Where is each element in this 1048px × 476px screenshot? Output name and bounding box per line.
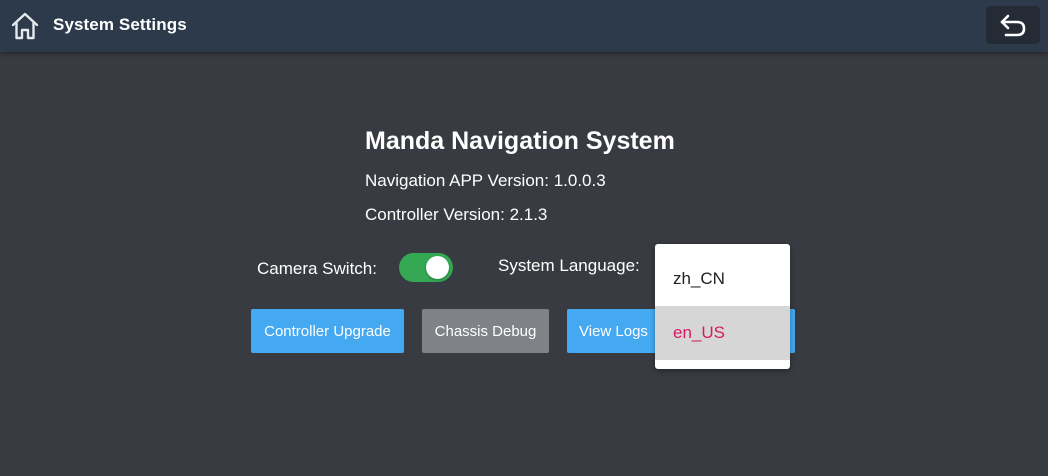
page-title: System Settings — [53, 15, 187, 34]
camera-switch-label: Camera Switch: — [257, 259, 377, 278]
home-icon — [11, 12, 39, 40]
back-button[interactable] — [986, 6, 1040, 44]
app-version-text: Navigation APP Version: 1.0.0.3 — [365, 171, 606, 190]
language-dropdown-menu: zh_CN en_US — [655, 244, 790, 369]
top-bar: System Settings — [0, 0, 1048, 52]
controller-version-text: Controller Version: 2.1.3 — [365, 205, 548, 224]
back-arrow-icon — [1000, 14, 1026, 37]
language-option-en-us[interactable]: en_US — [655, 306, 790, 360]
app-title: Manda Navigation System — [365, 127, 675, 155]
language-option-zh-cn[interactable]: zh_CN — [655, 252, 790, 306]
chassis-debug-button[interactable]: Chassis Debug — [422, 309, 549, 353]
home-button[interactable] — [6, 8, 44, 44]
toggle-knob — [426, 256, 449, 279]
camera-switch-toggle[interactable] — [399, 253, 453, 282]
controller-upgrade-button[interactable]: Controller Upgrade — [251, 309, 404, 353]
system-language-label: System Language: — [498, 256, 640, 275]
